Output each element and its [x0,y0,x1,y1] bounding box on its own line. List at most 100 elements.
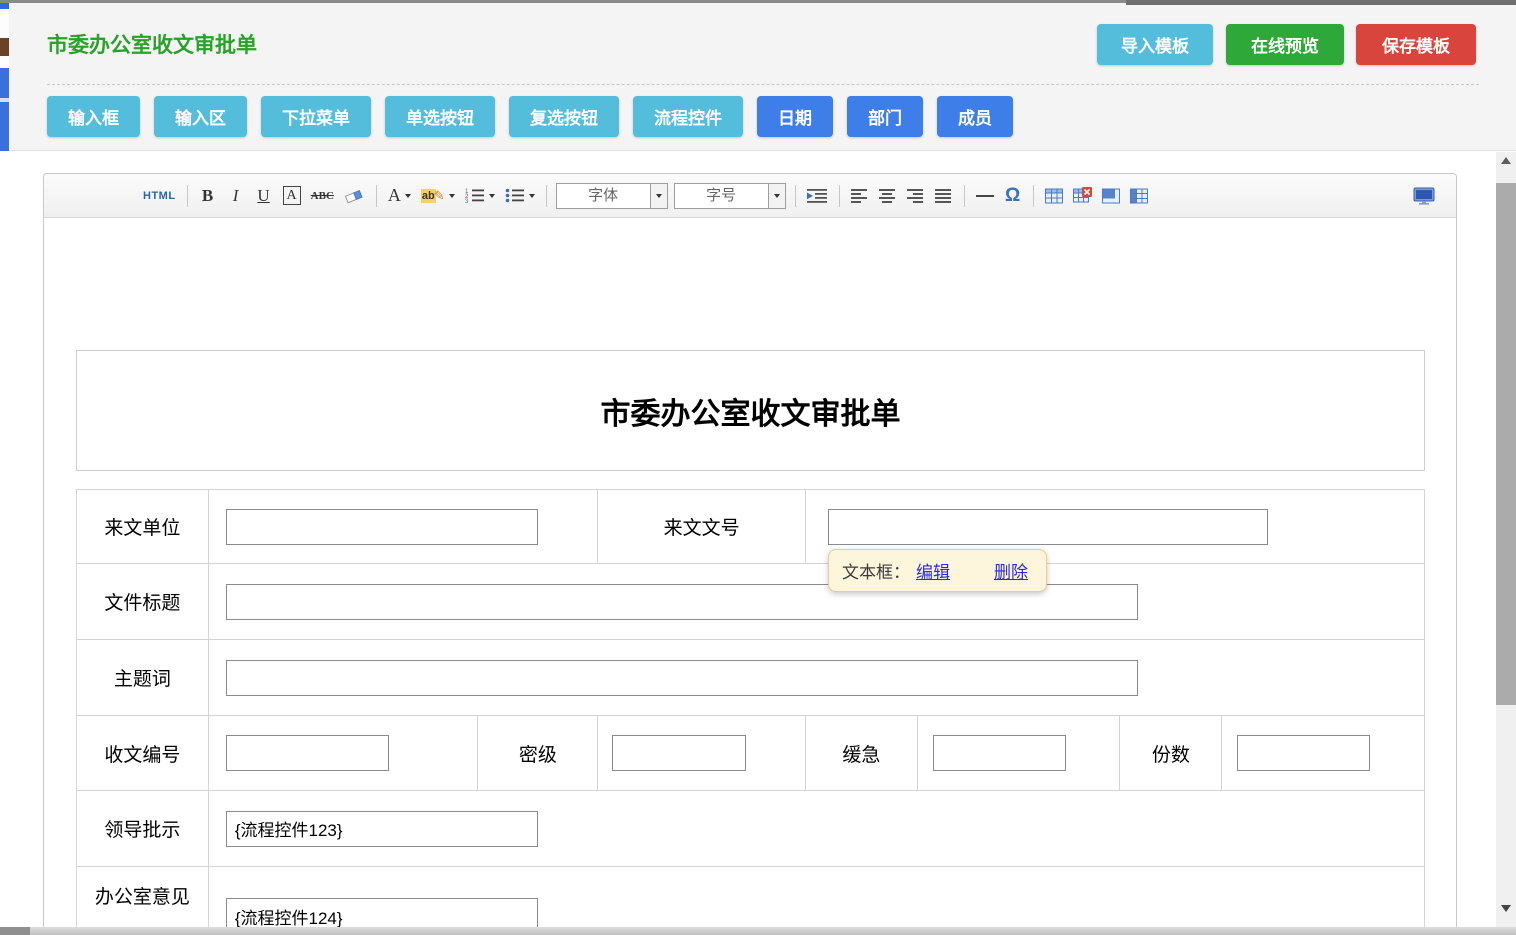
document-title-box[interactable]: 市委办公室收文审批单 [76,350,1425,471]
font-family-dropdown-arrow[interactable] [650,184,667,208]
widget-member-button[interactable]: 成员 [937,96,1013,137]
align-left-button[interactable] [848,183,872,209]
align-center-button[interactable] [876,183,900,209]
format-block-button[interactable]: A [280,183,304,209]
cell-secrecy-level [598,716,806,790]
label-incoming-doc-number: 来文文号 [598,490,806,563]
page-header: 市委办公室收文审批单 导入模板 在线预览 保存模板 输入框 输入区 下拉菜单 单… [9,3,1516,151]
scroll-up-arrow-icon[interactable] [1501,157,1511,164]
table-row: 领导批示 [77,791,1424,867]
window-left-edge-mark [0,38,9,56]
chevron-down-icon [774,194,780,198]
cell-properties-icon [1130,188,1148,204]
indent-button[interactable] [804,183,831,209]
cell-properties-button[interactable] [1127,183,1151,209]
widget-input-box-button[interactable]: 输入框 [47,96,140,137]
toolbar-separator [964,185,965,207]
font-family-select[interactable]: 字体 [556,183,668,209]
leader-instructions-input[interactable] [226,811,538,847]
page-title: 市委办公室收文审批单 [47,29,257,59]
delete-table-button[interactable] [1070,183,1095,209]
widget-textarea-button[interactable]: 输入区 [154,96,247,137]
textbox-context-tooltip: 文本框： 编辑 删除 [828,549,1047,592]
ordered-list-button[interactable]: 1 2 3 [462,183,498,209]
editor-toolbar: HTML B I U A ABC A ab ✎ [44,174,1456,218]
widget-department-button[interactable]: 部门 [847,96,923,137]
toolbar-separator [187,185,188,207]
strikethrough-button[interactable]: ABC [308,183,337,209]
widget-checkbox-button[interactable]: 复选按钮 [509,96,619,137]
widget-dropdown-button[interactable]: 下拉菜单 [261,96,371,137]
highlight-color-button[interactable]: ab ✎ [418,183,458,209]
widget-flow-control-button[interactable]: 流程控件 [633,96,743,137]
toolbar-separator [376,185,377,207]
urgency-input[interactable] [933,735,1066,771]
horizontal-rule-icon [976,195,994,197]
secrecy-level-input[interactable] [612,735,746,771]
toolbar-separator [546,185,547,207]
widget-date-button[interactable]: 日期 [757,96,833,137]
font-size-select[interactable]: 字号 [674,183,786,209]
subject-words-input[interactable] [226,660,1138,696]
label-leader-instructions: 领导批示 [77,791,209,866]
indent-icon [807,188,828,203]
rich-text-editor: HTML B I U A ABC A ab ✎ [43,173,1457,935]
align-justify-icon [935,189,952,203]
align-justify-button[interactable] [932,183,956,209]
align-left-icon [851,189,868,203]
label-office-opinion: 办公室意见 [77,867,209,935]
monitor-icon [1413,187,1435,205]
bold-button[interactable]: B [196,183,220,209]
cell-leader-instructions [209,791,1424,866]
font-size-dropdown-arrow[interactable] [768,184,785,208]
horizontal-rule-button[interactable] [973,183,997,209]
align-right-button[interactable] [904,183,928,209]
widget-radio-button[interactable]: 单选按钮 [385,96,495,137]
chevron-down-icon [449,194,455,198]
incoming-unit-input[interactable] [226,509,538,545]
table-properties-button[interactable] [1099,183,1123,209]
scroll-down-arrow-icon[interactable] [1501,905,1511,912]
table-icon [1045,188,1063,204]
tooltip-label: 文本框： [842,558,910,583]
table-properties-icon [1102,188,1120,204]
tooltip-delete-link[interactable]: 删除 [994,558,1028,583]
boxed-a-icon: A [283,186,301,205]
cell-urgency [918,716,1121,790]
chevron-down-icon [656,194,662,198]
insert-table-button[interactable] [1042,183,1066,209]
unordered-list-button[interactable] [502,183,538,209]
fullscreen-button[interactable] [1410,183,1438,209]
table-delete-icon [1073,187,1092,204]
cell-copies [1222,716,1424,790]
underline-button[interactable]: U [252,183,276,209]
window-top-edge-right [1126,0,1516,5]
font-family-value: 字体 [557,184,650,208]
align-center-icon [879,189,896,203]
incoming-doc-number-input[interactable] [828,509,1268,545]
import-template-button[interactable]: 导入模板 [1097,24,1213,65]
label-subject-words: 主题词 [77,640,209,715]
eraser-icon [344,187,365,204]
cell-incoming-unit [209,490,598,563]
copies-input[interactable] [1237,735,1370,771]
tooltip-edit-link[interactable]: 编辑 [916,558,950,583]
chevron-down-icon [405,194,411,198]
online-preview-button[interactable]: 在线预览 [1226,24,1344,65]
font-color-button[interactable]: A [385,183,414,209]
html-source-button[interactable]: HTML [140,183,179,209]
label-urgency: 缓急 [806,716,918,790]
italic-button[interactable]: I [224,183,248,209]
cell-receipt-number [209,716,479,790]
remove-format-button[interactable] [341,183,368,209]
receipt-number-input[interactable] [226,735,389,771]
save-template-button[interactable]: 保存模板 [1356,24,1476,65]
pencil-icon: ✎ [434,188,445,204]
window-bottom-corner [0,927,30,935]
table-row: 来文单位 来文文号 [77,490,1424,564]
scrollbar-thumb[interactable] [1496,183,1516,705]
label-document-title: 文件标题 [77,564,209,639]
special-char-button[interactable]: Ω [1001,183,1025,209]
vertical-scrollbar[interactable] [1496,152,1516,927]
align-right-icon [907,189,924,203]
